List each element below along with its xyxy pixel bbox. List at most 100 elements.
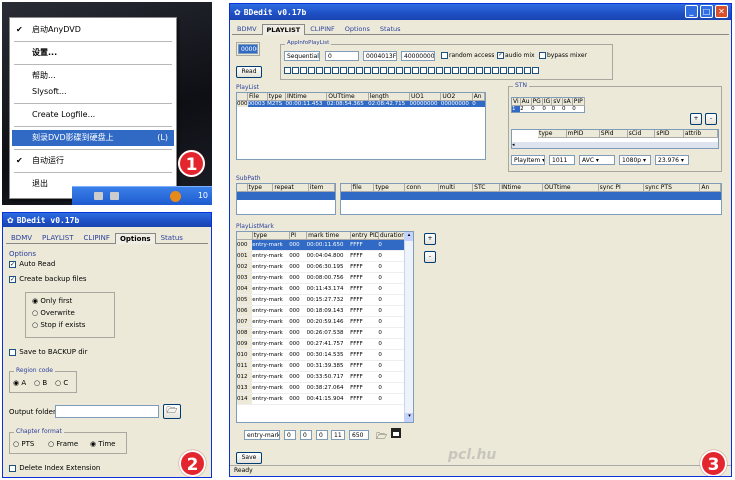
- table-row[interactable]: 005 entry-mark 000 00:15:27.732 FFFF 0: [237, 294, 405, 306]
- save-button[interactable]: Save: [236, 452, 262, 464]
- table-row[interactable]: 011 entry-mark 000 00:31:39.385 FFFF 0: [237, 360, 405, 372]
- output-folder-input[interactable]: [55, 405, 159, 418]
- tab-playlist[interactable]: PLAYLIST: [261, 24, 306, 35]
- table-row[interactable]: 013 entry-mark 000 00:38:27.064 FFFF 0: [237, 382, 405, 394]
- radio-only-first[interactable]: ◉ Only first: [32, 297, 72, 305]
- random-access-checkbox[interactable]: random access: [441, 52, 494, 59]
- save-disk-icon[interactable]: [391, 428, 401, 438]
- browse-folder-button[interactable]: 🗁: [163, 404, 181, 419]
- uo-mask-checkbox-row[interactable]: [284, 67, 540, 75]
- tab-bdmv[interactable]: BDMV: [6, 232, 37, 243]
- mark-field-3[interactable]: 0: [316, 430, 328, 440]
- mark-type-select[interactable]: entry-mark ▾: [244, 430, 280, 440]
- col-mark-type[interactable]: type: [252, 232, 290, 240]
- playitem-select[interactable]: PlayItem ▾: [511, 155, 545, 165]
- menu-item-autorun[interactable]: ✔ 自动运行: [10, 153, 176, 169]
- mark-add-button[interactable]: +: [424, 233, 436, 245]
- table-row[interactable]: 003 entry-mark 000 00:08:00.756 FFFF 0: [237, 272, 405, 284]
- table-row[interactable]: 012 entry-mark 000 00:33:50.717 FFFF 0: [237, 371, 405, 383]
- menu-item-settings[interactable]: 设置...: [10, 45, 176, 61]
- radio-region-b[interactable]: ○ B: [34, 379, 47, 387]
- table-row[interactable]: 000 00003 M2TS 00:00:11.453 02:08:54.365…: [237, 100, 485, 107]
- table-row[interactable]: 006 entry-mark 000 00:18:09.143 FFFF 0: [237, 305, 405, 317]
- anydvd-fox-icon[interactable]: [170, 191, 181, 202]
- col-intime[interactable]: INtime: [285, 93, 328, 101]
- stream-scrollbar[interactable]: ◂: [512, 142, 718, 148]
- read-button[interactable]: Read: [236, 66, 262, 78]
- window-title-bar[interactable]: ✿ BDedit v0.17b _ □ ✕: [230, 4, 731, 20]
- table-row[interactable]: 004 entry-mark 000 00:11:43.174 FFFF 0: [237, 283, 405, 295]
- col-uo2[interactable]: UO2: [440, 93, 473, 101]
- col-type[interactable]: type: [267, 93, 286, 101]
- table-row[interactable]: 007 entry-mark 000 00:20:59.146 FFFF 0: [237, 316, 405, 328]
- mark-remove-button[interactable]: -: [424, 251, 436, 263]
- resolution-select[interactable]: 1080p ▾: [619, 155, 651, 165]
- tab-status[interactable]: Status: [156, 232, 188, 243]
- save-backup-checkbox[interactable]: Save to BACKUP dir: [9, 348, 88, 356]
- app-field-1[interactable]: 0: [325, 51, 359, 61]
- table-row[interactable]: 002 entry-mark 000 00:06:30.195 FFFF 0: [237, 261, 405, 273]
- folder-open-icon[interactable]: 🗁: [376, 429, 387, 445]
- col-mark-time[interactable]: mark time: [306, 232, 351, 240]
- col-file[interactable]: File: [247, 93, 268, 101]
- mark-table-scrollbar[interactable]: ▴ ▾: [404, 232, 413, 422]
- delete-index-checkbox[interactable]: Delete Index Extension: [9, 464, 100, 472]
- mark-field-5[interactable]: 650: [349, 430, 369, 440]
- mark-field-1[interactable]: 0: [284, 430, 296, 440]
- scroll-up-icon[interactable]: ▴: [405, 232, 413, 241]
- col-entry-pid[interactable]: entry PID: [350, 232, 379, 240]
- table-row[interactable]: 001 entry-mark 000 00:04:04.800 FFFF 0: [237, 250, 405, 262]
- mark-field-4[interactable]: 11: [331, 430, 345, 440]
- codec-select[interactable]: AVC ▾: [579, 155, 615, 165]
- radio-region-c[interactable]: ○ C: [55, 379, 68, 387]
- table-row[interactable]: 010 entry-mark 000 00:30:14.535 FFFF 0: [237, 349, 405, 361]
- tab-clipinf[interactable]: CLIPINF: [79, 232, 115, 243]
- col-subpath-type[interactable]: type: [247, 184, 274, 192]
- window-title-bar[interactable]: ✿ BDedit v0.17b: [3, 213, 211, 227]
- tray-icon[interactable]: [94, 192, 103, 200]
- tab-bdmv[interactable]: BDMV: [232, 23, 262, 34]
- tab-clipinf[interactable]: CLIPINF: [305, 23, 340, 34]
- tab-options[interactable]: Options: [340, 23, 375, 34]
- create-backup-checkbox[interactable]: ✓ Create backup files: [9, 275, 87, 283]
- scroll-down-icon[interactable]: ▾: [405, 413, 413, 422]
- menu-item-create-logfile[interactable]: Create Logfile...: [10, 107, 176, 123]
- stream-pid-field[interactable]: 1011: [549, 155, 575, 165]
- tray-icon[interactable]: [110, 192, 119, 200]
- table-row[interactable]: 009 entry-mark 000 00:27:41.757 FFFF 0: [237, 338, 405, 350]
- close-icon[interactable]: ✕: [715, 5, 728, 18]
- menu-item-start-anydvd[interactable]: ✔ 启动AnyDVD: [10, 22, 176, 38]
- table-row[interactable]: [237, 191, 335, 200]
- table-row[interactable]: 008 entry-mark 000 00:26:07.538 FFFF 0: [237, 327, 405, 339]
- col-duration[interactable]: duration: [378, 232, 406, 240]
- table-row[interactable]: 000 entry-mark 000 00:00:11.650 FFFF 0: [237, 239, 405, 251]
- app-field-3[interactable]: 40000000: [401, 51, 435, 61]
- tab-options[interactable]: Options: [114, 233, 156, 244]
- radio-chapter-pts[interactable]: ○ PTS: [13, 440, 34, 448]
- maximize-icon[interactable]: □: [700, 5, 713, 18]
- mpls-select[interactable]: 00000: [238, 44, 258, 54]
- stn-remove-button[interactable]: -: [705, 113, 717, 125]
- tab-status[interactable]: Status: [375, 23, 406, 34]
- table-row[interactable]: 014 entry-mark 000 00:41:15.904 FFFF 0: [237, 393, 405, 405]
- stn-add-button[interactable]: +: [690, 113, 702, 125]
- col-length[interactable]: length: [368, 93, 411, 101]
- col-uo1[interactable]: UO1: [409, 93, 442, 101]
- radio-region-a[interactable]: ◉ A: [13, 379, 26, 387]
- col-repeat[interactable]: repeat: [272, 184, 309, 192]
- radio-overwrite[interactable]: ○ Overwrite: [32, 309, 75, 317]
- radio-chapter-frame[interactable]: ○ Frame: [48, 440, 78, 448]
- menu-item-help[interactable]: 帮助...: [10, 68, 176, 84]
- mark-field-2[interactable]: 0: [300, 430, 312, 440]
- framerate-select[interactable]: 23.976 ▾: [655, 155, 689, 165]
- auto-read-checkbox[interactable]: ✓ Auto Read: [9, 260, 55, 268]
- app-field-2[interactable]: 0004013F: [363, 51, 397, 61]
- tab-playlist[interactable]: PLAYLIST: [37, 232, 79, 243]
- col-item[interactable]: item: [308, 184, 336, 192]
- radio-stop-if-exists[interactable]: ○ Stop if exists: [32, 321, 85, 329]
- audio-mix-checkbox[interactable]: ✓ audio mix: [497, 52, 535, 59]
- menu-item-rip-dvd[interactable]: 刻录DVD影碟到硬盘上 (L): [12, 130, 174, 146]
- radio-chapter-time[interactable]: ◉ Time: [90, 440, 115, 448]
- menu-item-slysoft[interactable]: Slysoft...: [10, 84, 176, 100]
- col-an[interactable]: An: [472, 93, 486, 101]
